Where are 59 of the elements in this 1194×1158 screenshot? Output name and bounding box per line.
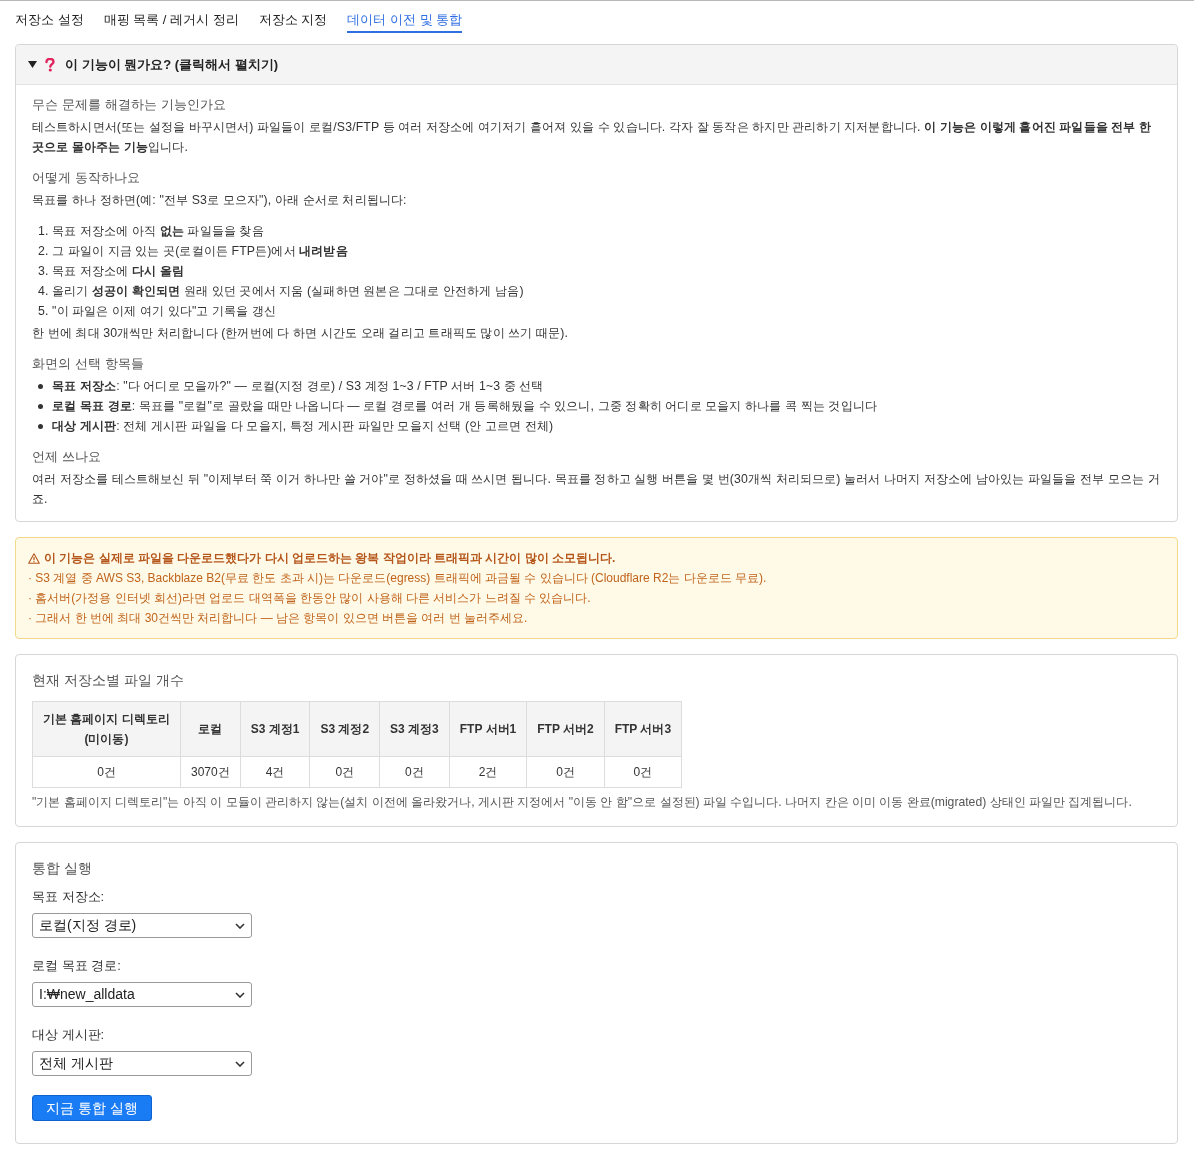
- bullet-icon: [38, 383, 43, 389]
- table-cell: 0건: [32, 756, 181, 788]
- paragraph: 한 번에 최대 30개씩만 처리합니다 (한꺼번에 다 하면 시간도 오래 걸리고 트래픽도 많이 쓰기 때문).: [32, 325, 569, 342]
- table-header-cell: S3 계정1: [240, 701, 310, 757]
- chevron-down-icon: [235, 922, 245, 929]
- dropdown-select[interactable]: 로컬(지정 경로): [32, 913, 252, 938]
- paragraph: 테스트하시면서(또는 설정을 바꾸시면서) 파일들이 로컬/S3/FTP 등 여러 저장소에 여기저기 흩어져 있을 수 있습니다. 각자 잘 동작은 하지만 관리하기 지저분합니다. 이 기능은 이렇게 흩어진 파일들을 전부 한 곳으로 몰아주는 기능입니다.: [32, 119, 1153, 156]
- table-header-cell: 로컬: [180, 701, 241, 757]
- field-label: 대상 게시판:: [32, 1026, 106, 1044]
- bullet-icon: [38, 403, 43, 409]
- paragraph: 목표를 하나 정하면(예: "전부 S3로 모으자"), 아래 순서로 처리됩니다:: [32, 192, 408, 209]
- warning-line: · S3 계열 중 AWS S3, Backblaze B2(무료 한도 초과 시)는 다운로드(egress) 트래픽에 과금될 수 있습니다 (Cloudflare R2는 다운로드 무료).: [28, 570, 768, 587]
- list-item: 1. 목표 저장소에 아직 없는 파일들을 찾음: [37, 223, 265, 240]
- card-title: 통합 실행: [32, 859, 93, 878]
- table-header-cell: FTP 서버2: [526, 701, 605, 757]
- list-item: 3. 목표 저장소에 다시 올림: [37, 263, 185, 280]
- table-cell: 0건: [604, 756, 682, 788]
- bullet-icon: [38, 423, 43, 429]
- table-header-cell: S3 계정3: [379, 701, 450, 757]
- table-header-cell: 기본 홈페이지 디렉토리 (미이동): [32, 701, 181, 757]
- list-item-text: 대상 게시판: 전체 게시판 파일을 다 모을지, 특정 게시판 파일만 모을지 선택 (안 고르면 전체): [52, 418, 554, 435]
- help-summary-toggle[interactable]: 이 기능이 뭔가요? (클릭해서 펼치기): [16, 45, 1177, 85]
- section-heading: 무슨 문제를 해결하는 기능인가요: [32, 97, 228, 114]
- question-mark-icon: [45, 57, 55, 72]
- list-item: 4. 올리기 성공이 확인되면 원래 있던 곳에서 지움 (실패하면 원본은 그대로 안전하게 남음): [37, 283, 525, 300]
- warning-line: · 홈서버(가정용 인터넷 회선)라면 업로드 대역폭을 한동안 많이 사용해 다른 서비스가 느려질 수 있습니다.: [28, 590, 592, 607]
- dropdown-select[interactable]: I:₩new_alldata: [32, 982, 252, 1007]
- table-cell: 2건: [449, 756, 527, 788]
- field-label: 로컬 목표 경로:: [32, 957, 122, 975]
- dropdown-select[interactable]: 전체 게시판: [32, 1051, 252, 1076]
- tab[interactable]: 데이터 이전 및 통합: [347, 10, 463, 33]
- paragraph: 여러 저장소를 테스트해보신 뒤 "이제부터 쭉 이거 하나만 쓸 거야"로 정하셨을 때 쓰시면 됩니다. 목표를 정하고 실행 버튼을 몇 번(30개씩 처리되므로) 눌러서 나머지 저장소에 남아있는 파일들을 전부 모으는 거죠.: [32, 471, 1161, 508]
- warning-line: · 그래서 한 번에 최대 30건씩만 처리합니다 — 남은 항목이 있으면 버튼을 여러 번 눌러주세요.: [28, 610, 529, 627]
- table-header-cell: S3 계정2: [309, 701, 380, 757]
- list-item-text: 로컬 목표 경로: 목표를 "로컬"로 골랐을 때만 나옵니다 — 로컬 경로를 여러 개 등록해뒀을 수 있으니, 그중 정확히 어디로 모을지 하나를 콕 찍는 것입니다: [52, 398, 877, 415]
- chevron-down-icon: [235, 1060, 245, 1067]
- list-item-text: 목표 저장소: "다 어디로 모을까?" — 로컬(지정 경로) / S3 계정 1~3 / FTP 서버 1~3 중 선택: [52, 378, 544, 395]
- table-cell: 0건: [379, 756, 450, 788]
- list-item: 2. 그 파일이 지금 있는 곳(로컬이든 FTP든)에서 내려받음: [37, 243, 349, 260]
- section-heading: 언제 쓰나요: [32, 449, 103, 466]
- warning-icon: [28, 552, 40, 564]
- table-cell: 0건: [526, 756, 605, 788]
- tab[interactable]: 저장소 지정: [258, 10, 328, 33]
- tab[interactable]: 저장소 설정: [15, 10, 84, 33]
- table-cell: 0건: [309, 756, 380, 788]
- table-cell: 4건: [240, 756, 310, 788]
- section-heading: 어떻게 동작하나요: [32, 170, 142, 187]
- chevron-down-icon: [235, 991, 245, 998]
- card-title: 현재 저장소별 파일 개수: [32, 671, 185, 690]
- field-label: 목표 저장소:: [32, 888, 106, 906]
- tab[interactable]: 매핑 목록 / 레거시 정리: [103, 10, 239, 33]
- section-heading: 화면의 선택 항목들: [32, 356, 146, 373]
- table-cell: 3070건: [180, 756, 241, 788]
- warning-title: 이 기능은 실제로 파일을 다운로드했다가 다시 업로드하는 왕복 작업이라 트래픽과 시간이 많이 소모됩니다.: [44, 550, 616, 567]
- run-merge-button[interactable]: 지금 통합 실행: [32, 1095, 152, 1121]
- table-header-cell: FTP 서버3: [604, 701, 682, 757]
- table-note: "기본 홈페이지 디렉토리"는 아직 이 모듈이 관리하지 않는(설치 이전에 올라왔거나, 게시판 지정에서 "이동 안 함"으로 설정된) 파일 수입니다. 나머지 칸은 이미 이동 완료(migrated) 상태인 파일만 집계됩니다.: [32, 794, 1133, 811]
- table-header-cell: FTP 서버1: [449, 701, 527, 757]
- list-item: 5. "이 파일은 이제 여기 있다"고 기록을 갱신: [37, 303, 278, 320]
